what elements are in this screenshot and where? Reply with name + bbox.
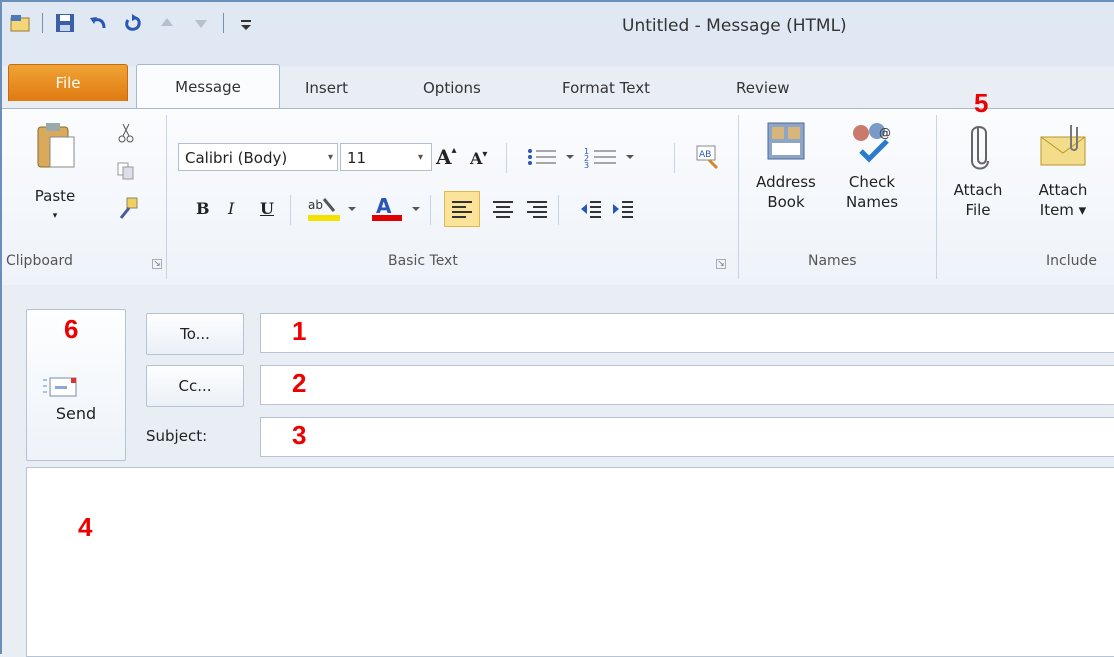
attach-item-button[interactable]: Attach Item ▾ — [1028, 119, 1098, 220]
annotation-2: 2 — [292, 368, 307, 398]
increase-indent-icon[interactable] — [608, 193, 638, 225]
attach-file-label-line1: Attach — [953, 181, 1003, 199]
svg-text:AB: AB — [699, 150, 711, 160]
annotation-4: 4 — [78, 512, 93, 542]
paste-label: Paste — [34, 187, 76, 205]
italic-button[interactable]: I — [228, 199, 234, 218]
copy-icon[interactable] — [114, 159, 138, 183]
align-center-icon[interactable] — [488, 193, 518, 225]
font-size-value: 11 — [347, 149, 367, 167]
clipboard-group-label: Clipboard — [6, 253, 73, 269]
tab-options[interactable]: Options — [423, 66, 481, 110]
basic-text-launcher-icon[interactable]: ↘ — [716, 259, 726, 269]
bullets-icon[interactable] — [524, 145, 580, 169]
svg-text:A: A — [376, 194, 392, 218]
ribbon: Paste ▾ Clipboard ↘ Calibri (Body) ▾ 11 … — [2, 108, 1114, 286]
cc-button[interactable]: Cc... — [146, 365, 244, 407]
font-size-combobox[interactable]: 11 ▾ — [340, 143, 432, 171]
separator — [558, 195, 559, 225]
format-painter-icon[interactable] — [114, 195, 142, 223]
svg-text:3: 3 — [584, 161, 589, 169]
undo-icon[interactable] — [87, 11, 111, 35]
font-color-icon[interactable]: A — [368, 193, 426, 225]
svg-text:ab: ab — [308, 198, 323, 212]
compose-area: Send To... Cc... Subject: — [2, 285, 1114, 657]
styles-icon[interactable]: AB — [692, 141, 722, 171]
ribbon-tabs: File Message Insert Options Format Text … — [2, 64, 1114, 111]
tab-insert[interactable]: Insert — [305, 66, 348, 110]
up-arrow-icon[interactable] — [155, 11, 179, 35]
font-name-combobox[interactable]: Calibri (Body) ▾ — [178, 143, 338, 171]
subject-field[interactable] — [260, 417, 1114, 457]
chevron-down-icon: ▾ — [52, 211, 58, 221]
numbering-icon[interactable]: 123 — [584, 145, 644, 169]
group-separator — [738, 115, 739, 279]
redo-icon[interactable] — [121, 11, 145, 35]
names-group-label: Names — [808, 253, 857, 269]
clipboard-launcher-icon[interactable]: ↘ — [152, 259, 162, 269]
address-book-icon — [767, 122, 805, 160]
paste-button[interactable]: Paste ▾ — [20, 117, 90, 226]
svg-text:@: @ — [879, 126, 891, 140]
message-body[interactable] — [26, 467, 1114, 657]
underline-button[interactable]: U — [260, 199, 274, 218]
quick-access-toolbar — [8, 6, 258, 40]
shrink-font-icon[interactable]: A▾ — [470, 149, 487, 168]
address-book-button[interactable]: Address Book — [750, 119, 822, 212]
chevron-down-icon: ▾ — [417, 152, 423, 163]
cut-icon[interactable] — [114, 121, 138, 145]
to-field[interactable] — [260, 313, 1114, 353]
highlight-color-icon[interactable]: ab — [304, 193, 362, 225]
window-title: Untitled - Message (HTML) — [622, 16, 847, 36]
tab-format-text[interactable]: Format Text — [562, 66, 650, 110]
annotation-6: 6 — [64, 314, 79, 344]
chevron-down-icon: ▾ — [327, 152, 333, 163]
font-name-value: Calibri (Body) — [185, 149, 288, 167]
attach-item-label-line2: Item ▾ — [1039, 201, 1087, 219]
to-button[interactable]: To... — [146, 313, 244, 355]
tab-message[interactable]: Message — [136, 64, 280, 111]
annotation-5: 5 — [974, 88, 989, 118]
address-book-label-line2: Book — [767, 193, 805, 211]
app-icon[interactable] — [8, 11, 32, 35]
send-icon — [43, 377, 77, 397]
check-names-button[interactable]: @ Check Names — [836, 119, 908, 212]
separator — [430, 195, 431, 225]
attach-item-label-line1: Attach — [1038, 181, 1088, 199]
grow-font-icon[interactable]: A▴ — [436, 145, 457, 169]
annotation-1: 1 — [292, 316, 307, 346]
separator — [674, 143, 675, 173]
decrease-indent-icon[interactable] — [576, 193, 606, 225]
separator — [42, 13, 43, 33]
tab-file[interactable]: File — [8, 64, 128, 101]
check-names-icon: @ — [853, 123, 891, 163]
subject-label: Subject: — [146, 427, 208, 445]
separator — [506, 143, 507, 173]
address-book-label-line1: Address — [756, 173, 816, 191]
separator — [223, 13, 224, 33]
send-label: Send — [55, 404, 97, 423]
annotation-3: 3 — [292, 420, 307, 450]
bold-button[interactable]: B — [196, 199, 210, 218]
check-names-label-line2: Names — [845, 193, 899, 211]
separator — [290, 195, 291, 225]
align-left-icon[interactable] — [444, 191, 480, 227]
basic-text-group-label: Basic Text — [388, 253, 458, 269]
paperclip-icon — [971, 126, 989, 170]
envelope-icon — [1040, 125, 1086, 166]
tab-review[interactable]: Review — [736, 66, 790, 110]
customize-qat-icon[interactable] — [234, 11, 258, 35]
align-right-icon[interactable] — [522, 193, 552, 225]
paste-icon — [37, 123, 75, 168]
group-separator — [166, 115, 167, 279]
title-bar: Untitled - Message (HTML) — [2, 2, 1114, 66]
save-icon[interactable] — [53, 11, 77, 35]
group-separator — [936, 115, 937, 279]
include-group-label: Include — [1046, 253, 1097, 269]
cc-field[interactable] — [260, 365, 1114, 405]
down-arrow-icon[interactable] — [189, 11, 213, 35]
check-names-label-line1: Check — [848, 173, 896, 191]
attach-file-button[interactable]: Attach File — [946, 119, 1010, 220]
attach-file-label-line2: File — [965, 201, 991, 219]
